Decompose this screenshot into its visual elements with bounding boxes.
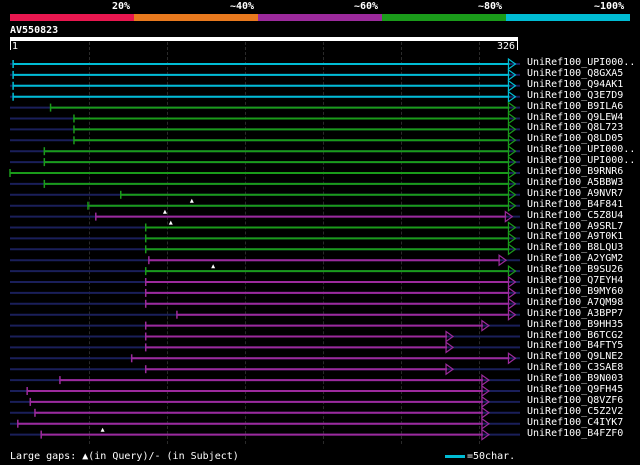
hit-label[interactable]: UniRef100_B9N003 bbox=[527, 373, 623, 384]
hit-label[interactable]: UniRef100_UPI000.. bbox=[527, 155, 635, 166]
hit-label[interactable]: UniRef100_UPI000.. bbox=[527, 57, 635, 68]
query-gap-marker-icon bbox=[162, 209, 167, 214]
hit-label[interactable]: UniRef100_Q8LD05 bbox=[527, 133, 623, 144]
hit-label[interactable]: UniRef100_A9SRL7 bbox=[527, 221, 623, 232]
hit-label[interactable]: UniRef100_B8LQU3 bbox=[527, 242, 623, 253]
hit-label[interactable]: UniRef100_C5Z8U4 bbox=[527, 210, 623, 221]
hit-label[interactable]: UniRef100_C4IYK7 bbox=[527, 417, 623, 428]
gap-legend: Large gaps: ▲(in Query)/- (in Subject) bbox=[10, 451, 239, 462]
hit-list: UniRef100_UPI000.. UniRef100_Q8GXA5 UniRef… bbox=[0, 0, 640, 465]
hit-label[interactable]: UniRef100_A2YGM2 bbox=[527, 253, 623, 264]
hit-label[interactable]: UniRef100_Q9LEW4 bbox=[527, 112, 623, 123]
hit-label[interactable]: UniRef100_A7QM98 bbox=[527, 297, 623, 308]
hit-label[interactable]: UniRef100_B9MY60 bbox=[527, 286, 623, 297]
hit-label[interactable]: UniRef100_B4F841 bbox=[527, 199, 623, 210]
hit-label[interactable]: UniRef100_Q7EYH4 bbox=[527, 275, 623, 286]
hit-label[interactable]: UniRef100_B9RNR6 bbox=[527, 166, 623, 177]
hit-label[interactable]: UniRef100_C3SAE8 bbox=[527, 362, 623, 373]
hit-label[interactable]: UniRef100_Q8VZF6 bbox=[527, 395, 623, 406]
hit-label[interactable]: UniRef100_UPI000.. bbox=[527, 144, 635, 155]
hit-label[interactable]: UniRef100_B9HH35 bbox=[527, 319, 623, 330]
hit-label[interactable]: UniRef100_A9T0K1 bbox=[527, 231, 623, 242]
hit-label[interactable]: UniRef100_B6TCG2 bbox=[527, 330, 623, 341]
hit-label[interactable]: UniRef100_B4FTY5 bbox=[527, 340, 623, 351]
hit-label[interactable]: UniRef100_Q3E7D9 bbox=[527, 90, 623, 101]
hit-label[interactable]: UniRef100_Q9LNE2 bbox=[527, 351, 623, 362]
query-gap-marker-icon bbox=[100, 427, 105, 432]
hit-label[interactable]: UniRef100_Q94AK1 bbox=[527, 79, 623, 90]
hit-label[interactable]: UniRef100_Q8GXA5 bbox=[527, 68, 623, 79]
hit-label[interactable]: UniRef100_A9NVR7 bbox=[527, 188, 623, 199]
hit-label[interactable]: UniRef100_C5Z2V2 bbox=[527, 406, 623, 417]
hit-label[interactable]: UniRef100_A3BPP7 bbox=[527, 308, 623, 319]
hit-label[interactable]: UniRef100_Q9FH45 bbox=[527, 384, 623, 395]
query-gap-marker-icon bbox=[168, 220, 173, 225]
hit-label[interactable]: UniRef100_B9SU26 bbox=[527, 264, 623, 275]
query-gap-marker-icon bbox=[211, 264, 216, 269]
hit-label[interactable]: UniRef100_B9ILA6 bbox=[527, 101, 623, 112]
scale-label: =50char. bbox=[467, 451, 516, 462]
query-gap-marker-icon bbox=[189, 198, 194, 203]
hit-label[interactable]: UniRef100_A5BBW3 bbox=[527, 177, 623, 188]
hit-label[interactable]: UniRef100_Q8L723 bbox=[527, 122, 623, 133]
scale-bar bbox=[445, 455, 465, 458]
hit-label[interactable]: UniRef100_B4FZF0 bbox=[527, 428, 623, 439]
